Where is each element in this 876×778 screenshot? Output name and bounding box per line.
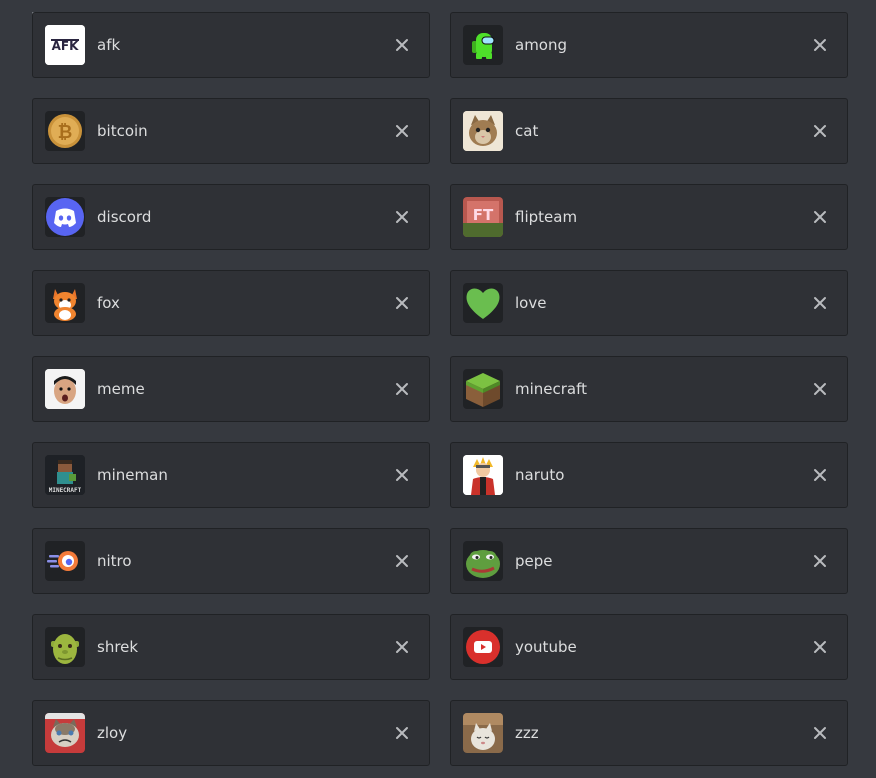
- sticker-name: minecraft: [515, 380, 588, 398]
- sticker-name: love: [515, 294, 547, 312]
- close-icon[interactable]: [809, 378, 831, 400]
- close-icon[interactable]: [809, 464, 831, 486]
- close-icon[interactable]: [809, 292, 831, 314]
- close-icon[interactable]: [809, 34, 831, 56]
- sticker-name: discord: [97, 208, 152, 226]
- sticker-name: mineman: [97, 466, 168, 484]
- close-icon[interactable]: [809, 550, 831, 572]
- close-icon[interactable]: [391, 636, 413, 658]
- cat-photo-icon: [463, 111, 503, 151]
- close-icon[interactable]: [391, 206, 413, 228]
- sleeping-cat-icon: [463, 713, 503, 753]
- close-icon[interactable]: [391, 34, 413, 56]
- among-us-crewmate-icon: [463, 25, 503, 65]
- fox-icon: [45, 283, 85, 323]
- sticker-card-among[interactable]: among: [450, 12, 848, 78]
- sticker-name: zloy: [97, 724, 128, 742]
- sticker-name: meme: [97, 380, 145, 398]
- close-icon[interactable]: [391, 120, 413, 142]
- bitcoin-coin-icon: ₿: [45, 111, 85, 151]
- sticker-card-bitcoin[interactable]: ₿ bitcoin: [32, 98, 430, 164]
- sticker-name: zzz: [515, 724, 539, 742]
- minecraft-grass-block-icon: [463, 369, 503, 409]
- minecraft-character-icon: MINECRAFT: [45, 455, 85, 495]
- sticker-name: shrek: [97, 638, 139, 656]
- youtube-logo-icon: [463, 627, 503, 667]
- sticker-name: naruto: [515, 466, 565, 484]
- shrek-icon: [45, 627, 85, 667]
- sticker-card-minecraft[interactable]: minecraft: [450, 356, 848, 422]
- top-edge-fragment: [32, 0, 152, 15]
- pepe-frog-icon: [463, 541, 503, 581]
- discord-logo-icon: [45, 197, 85, 237]
- flipteam-logo-icon: FT: [463, 197, 503, 237]
- sticker-card-zzz[interactable]: zzz: [450, 700, 848, 766]
- sticker-card-fox[interactable]: fox: [32, 270, 430, 336]
- sticker-card-shrek[interactable]: shrek: [32, 614, 430, 680]
- sticker-card-naruto[interactable]: naruto: [450, 442, 848, 508]
- sticker-card-discord[interactable]: discord: [32, 184, 430, 250]
- nitro-icon: [45, 541, 85, 581]
- sticker-card-zloy[interactable]: zloy: [32, 700, 430, 766]
- sticker-card-pepe[interactable]: pepe: [450, 528, 848, 594]
- close-icon[interactable]: [391, 378, 413, 400]
- sticker-card-meme[interactable]: meme: [32, 356, 430, 422]
- sticker-name: afk: [97, 36, 121, 54]
- sticker-card-love[interactable]: love: [450, 270, 848, 336]
- sticker-card-cat[interactable]: cat: [450, 98, 848, 164]
- close-icon[interactable]: [391, 464, 413, 486]
- naruto-icon: [463, 455, 503, 495]
- svg-text:MINECRAFT: MINECRAFT: [49, 487, 82, 494]
- afk-logo-icon: AFK: [45, 25, 85, 65]
- sticker-card-afk[interactable]: AFK afk: [32, 12, 430, 78]
- sticker-name: nitro: [97, 552, 132, 570]
- svg-text:₿: ₿: [58, 122, 73, 143]
- close-icon[interactable]: [809, 206, 831, 228]
- close-icon[interactable]: [391, 292, 413, 314]
- svg-text:AFK: AFK: [52, 39, 79, 53]
- sticker-name: fox: [97, 294, 120, 312]
- sticker-name: bitcoin: [97, 122, 148, 140]
- sticker-grid: AFK afk among ₿ bitcoin cat discord FT f…: [32, 12, 848, 766]
- svg-text:FT: FT: [473, 206, 494, 224]
- grumpy-cat-icon: [45, 713, 85, 753]
- sticker-card-youtube[interactable]: youtube: [450, 614, 848, 680]
- sticker-name: youtube: [515, 638, 577, 656]
- close-icon[interactable]: [809, 722, 831, 744]
- close-icon[interactable]: [809, 636, 831, 658]
- green-heart-icon: [463, 283, 503, 323]
- sticker-name: pepe: [515, 552, 553, 570]
- sticker-name: flipteam: [515, 208, 578, 226]
- sticker-card-flipteam[interactable]: FT flipteam: [450, 184, 848, 250]
- close-icon[interactable]: [809, 120, 831, 142]
- sticker-name: cat: [515, 122, 539, 140]
- sticker-card-mineman[interactable]: MINECRAFT mineman: [32, 442, 430, 508]
- sticker-card-nitro[interactable]: nitro: [32, 528, 430, 594]
- meme-face-icon: [45, 369, 85, 409]
- sticker-name: among: [515, 36, 568, 54]
- close-icon[interactable]: [391, 550, 413, 572]
- close-icon[interactable]: [391, 722, 413, 744]
